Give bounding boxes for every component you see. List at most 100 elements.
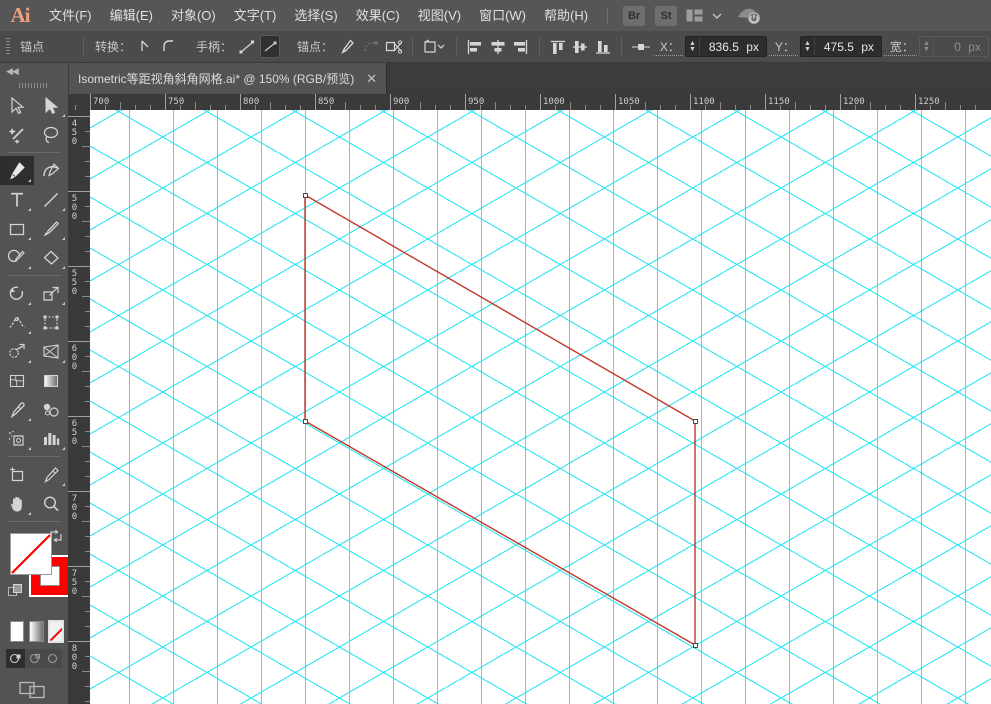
hand-tool[interactable] xyxy=(0,489,34,518)
hide-handles-icon[interactable] xyxy=(259,35,281,58)
convert-to-corner-icon[interactable] xyxy=(136,35,157,58)
none-mode-button[interactable] xyxy=(47,620,65,643)
column-graph-tool[interactable] xyxy=(34,424,68,453)
align-horizontal-center-icon[interactable] xyxy=(488,35,509,58)
tools-divider-2 xyxy=(8,275,60,276)
color-mode-button[interactable] xyxy=(10,621,25,642)
menu-view[interactable]: 视图(V) xyxy=(409,0,470,31)
control-bar-grip[interactable] xyxy=(6,38,11,55)
anchor-point[interactable] xyxy=(303,193,308,198)
illustrator-window: Ai 文件(F) 编辑(E) 对象(O) 文字(T) 选择(S) 效果(C) 视… xyxy=(0,0,991,704)
menu-select[interactable]: 选择(S) xyxy=(285,0,346,31)
width-tool[interactable] xyxy=(0,308,34,337)
free-transform-tool[interactable] xyxy=(34,308,68,337)
draw-inside-button[interactable] xyxy=(43,649,62,668)
convert-to-smooth-icon[interactable] xyxy=(158,35,179,58)
rectangle-tool[interactable] xyxy=(0,214,34,243)
menu-effect[interactable]: 效果(C) xyxy=(347,0,409,31)
tool-flyout-indicator xyxy=(62,302,65,305)
ruler-tick-major xyxy=(68,341,90,342)
tools-panel-grip[interactable] xyxy=(0,79,68,91)
arrange-documents-icon[interactable] xyxy=(686,9,703,22)
menu-help[interactable]: 帮助(H) xyxy=(535,0,597,31)
zoom-tool[interactable] xyxy=(34,489,68,518)
eraser-tool[interactable] xyxy=(34,243,68,272)
transform-artboard-icon[interactable] xyxy=(420,35,448,58)
draw-behind-button[interactable] xyxy=(25,649,44,668)
mesh-tool[interactable] xyxy=(0,366,34,395)
stock-button[interactable]: St xyxy=(655,5,678,26)
anchor-point[interactable] xyxy=(693,643,698,648)
horizontal-ruler[interactable]: 700 750 800 850 900 950 1000 1050 1100 1150 1200 12… xyxy=(68,94,991,110)
width-number: 0 xyxy=(954,39,961,54)
ruler-label: 1000 xyxy=(543,97,565,107)
workspace-switcher-icon[interactable] xyxy=(737,6,763,26)
reference-point-icon[interactable] xyxy=(630,35,653,58)
ruler-tick-major xyxy=(840,94,841,110)
symbol-sprayer-tool[interactable] xyxy=(0,424,34,453)
draw-normal-button[interactable] xyxy=(6,649,25,668)
collapse-panel-icon[interactable]: ◀◀ xyxy=(0,63,68,79)
artboard-canvas[interactable] xyxy=(90,110,991,704)
menu-type[interactable]: 文字(T) xyxy=(225,0,286,31)
width-value[interactable]: 0 px xyxy=(934,40,988,54)
y-unit: px xyxy=(861,39,874,54)
curvature-tool[interactable] xyxy=(34,156,68,185)
paintbrush-tool[interactable] xyxy=(34,214,68,243)
y-value[interactable]: 475.5 px xyxy=(815,40,881,54)
fill-color-swatch[interactable] xyxy=(10,533,52,575)
shape-builder-tool[interactable] xyxy=(0,337,34,366)
y-field[interactable]: ▲ ▼ 475.5 px xyxy=(799,36,882,57)
align-vertical-center-icon[interactable] xyxy=(570,35,591,58)
pen-tool[interactable] xyxy=(0,156,34,185)
menu-file[interactable]: 文件(F) xyxy=(40,0,101,31)
gradient-tool[interactable] xyxy=(34,366,68,395)
perspective-grid-tool[interactable] xyxy=(34,337,68,366)
change-screen-mode-button[interactable] xyxy=(0,678,68,700)
align-left-icon[interactable] xyxy=(465,35,486,58)
magic-wand-tool[interactable] xyxy=(0,120,34,149)
direct-selection-tool[interactable] xyxy=(34,91,68,120)
document-tab[interactable]: Isometric等距视角斜角网格.ai* @ 150% (RGB/预览) ✕ xyxy=(68,63,388,94)
vertical-ruler[interactable]: 450 500 550 600 650 700 750 800 xyxy=(68,110,90,704)
align-top-icon[interactable] xyxy=(548,35,569,58)
gradient-mode-button[interactable] xyxy=(29,621,44,642)
x-value[interactable]: 836.5 px xyxy=(700,40,766,54)
eyedropper-tool[interactable] xyxy=(0,395,34,424)
default-fill-stroke-icon[interactable] xyxy=(8,583,24,602)
blend-tool[interactable] xyxy=(34,395,68,424)
scale-tool[interactable] xyxy=(34,279,68,308)
control-divider-3 xyxy=(456,36,458,57)
lasso-tool[interactable] xyxy=(34,120,68,149)
x-field[interactable]: ▲ ▼ 836.5 px xyxy=(684,36,767,57)
anchor-point[interactable] xyxy=(303,419,308,424)
y-stepper[interactable]: ▲ ▼ xyxy=(801,38,815,55)
width-field[interactable]: ▲ ▼ 0 px xyxy=(918,36,989,57)
rotate-tool[interactable] xyxy=(0,279,34,308)
artboard-tool[interactable] xyxy=(0,460,34,489)
swap-fill-stroke-icon[interactable] xyxy=(49,529,63,546)
shaper-tool[interactable] xyxy=(0,243,34,272)
anchor-point[interactable] xyxy=(693,419,698,424)
slice-tool[interactable] xyxy=(34,460,68,489)
isolate-anchor-icon[interactable] xyxy=(338,35,359,58)
ruler-tick-minor xyxy=(82,596,90,597)
align-bottom-icon[interactable] xyxy=(593,35,614,58)
close-icon[interactable]: ✕ xyxy=(366,72,377,85)
line-segment-tool[interactable] xyxy=(34,185,68,214)
cut-path-at-anchor-icon[interactable] xyxy=(383,35,404,58)
ruler-tick-minor xyxy=(82,296,90,297)
type-tool[interactable] xyxy=(0,185,34,214)
menu-edit[interactable]: 编辑(E) xyxy=(101,0,162,31)
chevron-down-icon[interactable] xyxy=(711,11,723,21)
align-right-icon[interactable] xyxy=(510,35,531,58)
menu-object[interactable]: 对象(O) xyxy=(162,0,225,31)
show-handles-icon[interactable] xyxy=(237,35,258,58)
control-bar: 锚点 转换： 手柄： 锚点： X： ▲ ▼ 836.5 px Y： ▲ ▼ 47… xyxy=(0,31,991,63)
width-stepper[interactable]: ▲ ▼ xyxy=(920,38,934,55)
x-stepper[interactable]: ▲ ▼ xyxy=(686,38,700,55)
selection-tool[interactable] xyxy=(0,91,34,120)
bridge-button[interactable]: Br xyxy=(623,5,646,26)
menu-window[interactable]: 窗口(W) xyxy=(470,0,535,31)
remove-anchor-icon[interactable] xyxy=(361,35,382,58)
